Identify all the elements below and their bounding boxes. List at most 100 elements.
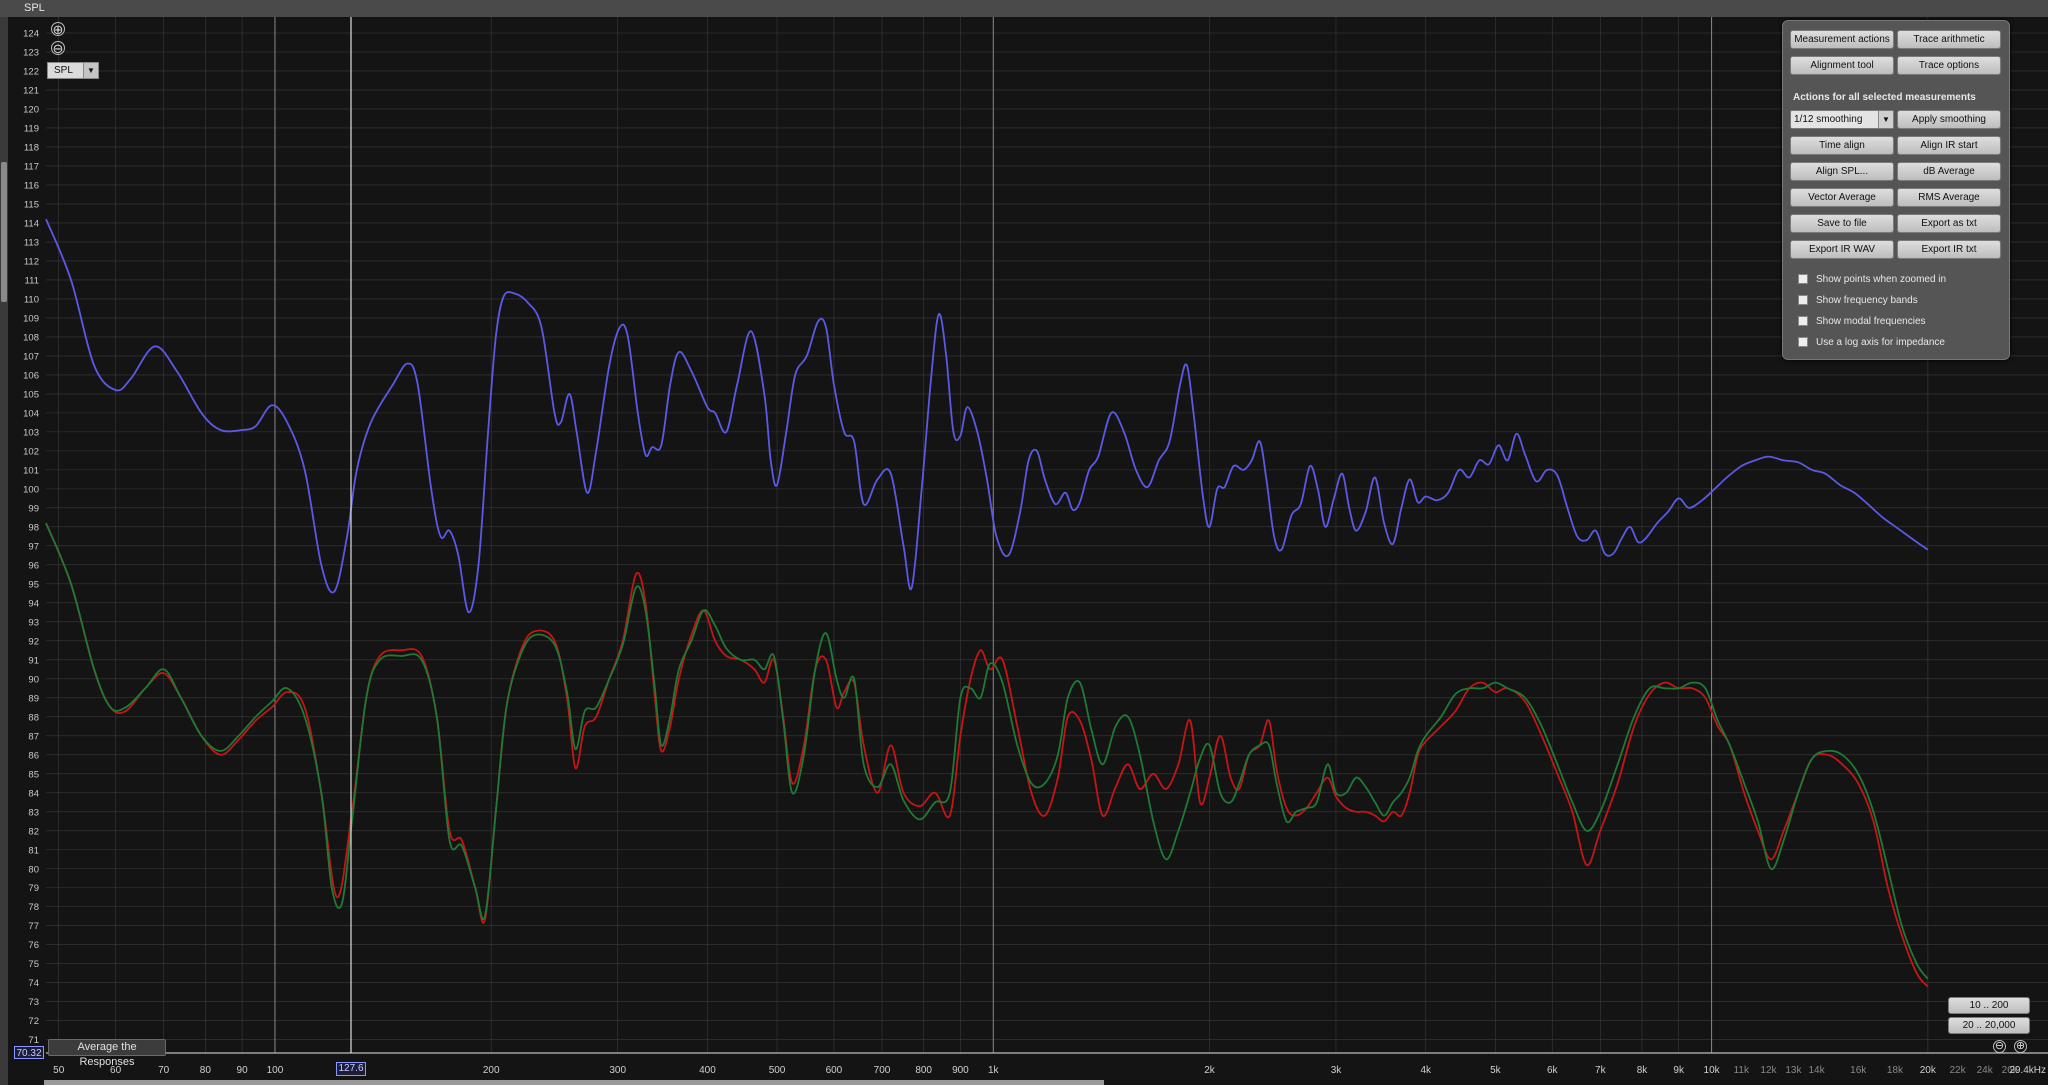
checkbox-label: Show modal frequencies <box>1816 316 1926 327</box>
x-zoom-out-icon[interactable]: ⊖ <box>1993 1040 2006 1053</box>
y-tick-label: 109 <box>23 313 39 324</box>
measurement-actions-button[interactable]: Measurement actions <box>1790 30 1894 49</box>
y-tick-label: 100 <box>23 484 39 495</box>
y-tick-label: 99 <box>28 503 39 514</box>
checkbox-box[interactable] <box>1798 337 1808 347</box>
zoom-out-icon[interactable]: ⊖ <box>51 41 65 55</box>
x-tick-label: 400 <box>699 1065 716 1076</box>
export-ir-wav-button[interactable]: Export IR WAV <box>1790 240 1894 259</box>
y-tick-label: 118 <box>24 142 39 153</box>
checkbox-label: Show points when zoomed in <box>1816 274 1947 285</box>
y-tick-label: 96 <box>28 560 39 571</box>
y-tick-label: 93 <box>28 617 39 628</box>
y-tick-label: 105 <box>23 389 39 400</box>
checkbox-box[interactable] <box>1798 295 1808 305</box>
y-tick-label: 80 <box>28 864 39 875</box>
x-tick-label: 700 <box>874 1065 891 1076</box>
title-bar: SPL <box>0 0 2048 18</box>
y-tick-label: 73 <box>28 997 39 1008</box>
x-tick-label: 14k <box>1808 1065 1825 1076</box>
range-20-20000-button[interactable]: 20 .. 20,000 <box>1948 1017 2030 1034</box>
export-ir-txt-button[interactable]: Export IR txt <box>1897 240 2001 259</box>
x-tick-label: 80 <box>200 1065 212 1076</box>
trace-options-button[interactable]: Trace options <box>1897 56 2001 75</box>
y-tick-label: 91 <box>28 655 39 666</box>
y-axis-select[interactable]: SPL ▼ <box>47 62 99 79</box>
apply-smoothing-button[interactable]: Apply smoothing <box>1897 110 2001 129</box>
y-tick-label: 92 <box>28 636 39 647</box>
y-tick-label: 89 <box>28 693 39 704</box>
x-tick-label: 900 <box>952 1065 969 1076</box>
checkbox-label: Use a log axis for impedance <box>1816 337 1945 348</box>
y-tick-label: 75 <box>28 959 39 970</box>
trace-arithmetic-button[interactable]: Trace arithmetic <box>1897 30 2001 49</box>
save-to-file-button[interactable]: Save to file <box>1790 214 1894 233</box>
rms-average-button[interactable]: RMS Average <box>1897 188 2001 207</box>
y-tick-label: 81 <box>28 845 39 856</box>
x-tick-label: 1k <box>988 1065 1000 1076</box>
x-tick-label: 90 <box>237 1065 249 1076</box>
y-tick-label: 79 <box>28 883 39 894</box>
plot-background <box>0 17 2048 1085</box>
y-tick-label: 106 <box>23 370 39 381</box>
x-tick-label: 8k <box>1637 1065 1649 1076</box>
align-spl-button[interactable]: Align SPL... <box>1790 162 1894 181</box>
spl-chart[interactable]: 71 72 73 74 75 76 77 78 79 80 81 82 83 84 85 86 87 88 89 90… <box>0 17 2048 1085</box>
y-axis-select-value: SPL <box>54 65 73 76</box>
alignment-tool-button[interactable]: Alignment tool <box>1790 56 1894 75</box>
y-tick-label: 74 <box>28 978 39 989</box>
y-tick-label: 78 <box>28 902 39 913</box>
y-tick-label: 119 <box>24 123 39 134</box>
scroll-thumb[interactable] <box>1 162 7 302</box>
vector-average-button[interactable]: Vector Average <box>1790 188 1894 207</box>
y-tick-label: 84 <box>28 788 39 799</box>
y-tick-label: 90 <box>28 674 39 685</box>
horizontal-scrollbar[interactable] <box>44 1080 1104 1085</box>
y-tick-label: 123 <box>23 47 39 58</box>
cursor-x-readout[interactable]: 127.6 <box>336 1062 366 1076</box>
x-tick-label: 50 <box>53 1065 65 1076</box>
x-tick-label: 7k <box>1595 1065 1607 1076</box>
export-as-txt-button[interactable]: Export as txt <box>1897 214 2001 233</box>
x-tick-label: 4k <box>1420 1065 1432 1076</box>
cursor-y-readout: 70.32 <box>14 1046 44 1059</box>
x-tick-label: 24k <box>1977 1065 1994 1076</box>
window-title: SPL <box>24 2 45 14</box>
checkbox-box[interactable] <box>1798 274 1808 284</box>
y-tick-label: 102 <box>23 446 39 457</box>
average-responses-button[interactable]: Average the Responses <box>48 1039 166 1068</box>
x-tick-label: 800 <box>915 1065 932 1076</box>
x-tick-label: 9k <box>1673 1065 1685 1076</box>
chevron-down-icon: ▼ <box>1878 111 1893 128</box>
checkbox-box[interactable] <box>1798 316 1808 326</box>
y-tick-label: 108 <box>23 332 39 343</box>
smoothing-select[interactable]: 1/12 smoothing ▼ <box>1790 110 1894 129</box>
x-tick-label: 100 <box>267 1065 284 1076</box>
y-tick-label: 117 <box>24 161 39 172</box>
x-zoom-in-icon[interactable]: ⊕ <box>2014 1040 2027 1053</box>
zoom-in-icon[interactable]: ⊕ <box>51 22 65 36</box>
y-tick-label: 95 <box>28 579 39 590</box>
x-tick-label: 11k <box>1734 1065 1750 1076</box>
x-tick-label: 5k <box>1490 1065 1502 1076</box>
x-tick-label: 200 <box>483 1065 500 1076</box>
y-tick-label: 103 <box>23 427 39 438</box>
x-tick-label: 20k <box>1920 1065 1937 1076</box>
y-tick-label: 72 <box>28 1016 39 1027</box>
y-tick-label: 77 <box>28 921 39 932</box>
y-tick-label: 88 <box>28 712 39 723</box>
chevron-down-icon: ▼ <box>83 63 98 78</box>
panel-heading: Actions for all selected measurements <box>1793 92 1976 103</box>
y-tick-label: 114 <box>24 218 39 229</box>
actions-panel: Measurement actions Trace arithmetic Ali… <box>1782 20 2010 360</box>
y-tick-label: 113 <box>24 237 39 248</box>
y-tick-label: 115 <box>24 199 39 210</box>
y-tick-label: 98 <box>28 522 39 533</box>
y-tick-label: 116 <box>24 180 39 191</box>
range-10-200-button[interactable]: 10 .. 200 <box>1948 997 2030 1014</box>
align-ir-start-button[interactable]: Align IR start <box>1897 136 2001 155</box>
time-align-button[interactable]: Time align <box>1790 136 1894 155</box>
db-average-button[interactable]: dB Average <box>1897 162 2001 181</box>
vertical-scrollbar[interactable] <box>0 17 8 1085</box>
x-tick-label: 13k <box>1785 1065 1802 1076</box>
